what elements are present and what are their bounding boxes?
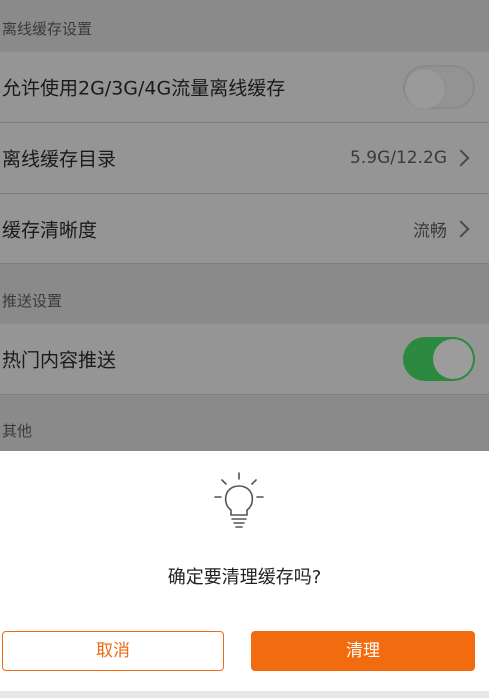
quality-value: 流畅 [413, 221, 447, 241]
row-hot-push[interactable]: 热门内容推送 [0, 324, 489, 395]
section-header-push: 推送设置 [0, 264, 489, 324]
confirm-clear-button[interactable]: 清理 [251, 631, 475, 671]
chevron-right-icon [452, 149, 470, 167]
section-header-other: 其他 [0, 395, 489, 451]
hot-push-toggle[interactable] [403, 337, 475, 381]
row-cache-quality[interactable]: 缓存清晰度 流畅 [0, 194, 489, 264]
clear-cache-dialog: 确定要清理缓存吗? 取消 清理 [0, 451, 489, 691]
row-label: 缓存清晰度 [2, 219, 98, 241]
row-cache-directory[interactable]: 离线缓存目录 5.9G/12.2G [0, 123, 489, 194]
toggle-knob [433, 339, 473, 379]
row-label: 离线缓存目录 [2, 148, 117, 171]
row-allow-mobile-cache[interactable]: 允许使用2G/3G/4G流量离线缓存 [0, 52, 489, 123]
dialog-message: 确定要清理缓存吗? [167, 567, 322, 588]
section-header-offline-cache: 离线缓存设置 [0, 0, 489, 52]
toggle-knob [405, 69, 445, 109]
mobile-cache-toggle[interactable] [403, 65, 475, 109]
row-label: 热门内容推送 [2, 349, 117, 372]
lightbulb-icon [214, 472, 264, 528]
cache-size-value: 5.9G/12.2G [350, 148, 447, 168]
row-label: 允许使用2G/3G/4G流量离线缓存 [2, 77, 286, 100]
cancel-button[interactable]: 取消 [2, 631, 224, 671]
bottom-bar [0, 691, 489, 698]
chevron-right-icon [452, 220, 470, 237]
